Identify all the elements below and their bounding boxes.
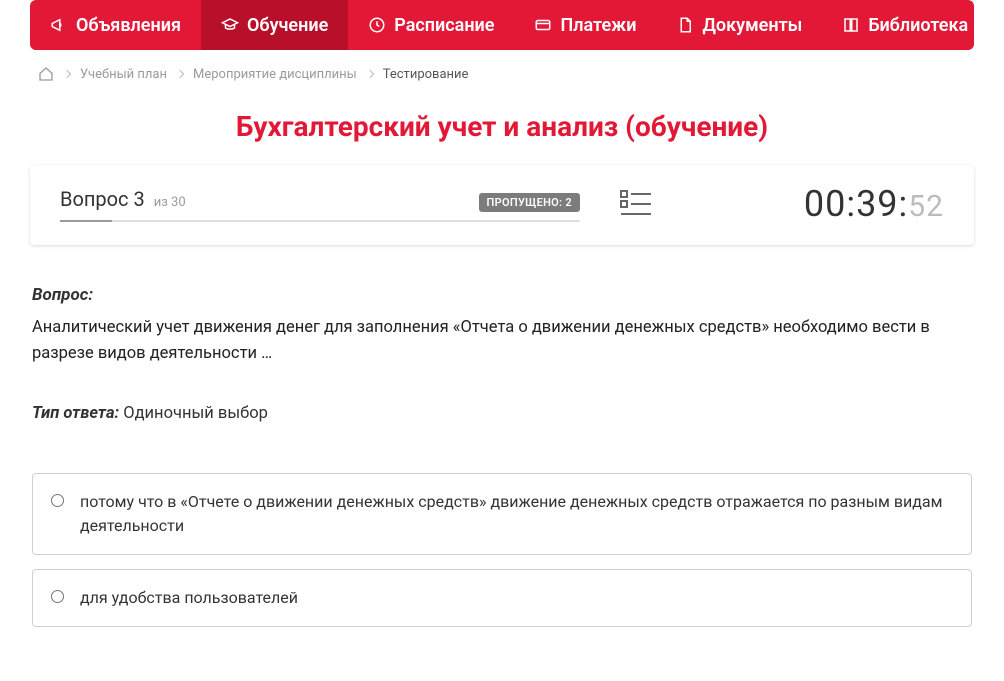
megaphone-icon (50, 16, 68, 34)
answer-radio[interactable] (51, 494, 64, 507)
book-icon (842, 16, 860, 34)
nav-label: Обучение (247, 15, 328, 36)
answers-list: потому что в «Отчете о движении денежных… (32, 473, 972, 627)
question-counter: Вопрос 3 из 30 (60, 187, 186, 211)
page-title: Бухгалтерский учет и анализ (обучение) (30, 110, 974, 143)
question-number: 3 (133, 187, 144, 211)
breadcrumb-testing: Тестирование (383, 67, 469, 82)
nav-label: Платежи (560, 15, 636, 36)
answer-type-row: Тип ответа: Одиночный выбор (32, 404, 972, 423)
top-nav: Объявления Обучение Расписание Платежи (30, 0, 974, 50)
nav-item-announcements[interactable]: Объявления (30, 0, 201, 50)
answer-option[interactable]: для удобства пользователей (32, 569, 972, 627)
timer: 00:39:52 (692, 183, 944, 225)
skipped-count: 2 (565, 196, 572, 209)
question-block: Вопрос: Аналитический учет движения дене… (30, 245, 974, 627)
chevron-down-icon (978, 19, 990, 31)
breadcrumb: Учебный план Мероприятие дисциплины Тест… (30, 50, 974, 82)
of-word: из (154, 195, 168, 210)
nav-item-learning[interactable]: Обучение (201, 0, 348, 50)
question-text: Аналитический учет движения денег для за… (32, 315, 972, 366)
breadcrumb-discipline-event[interactable]: Мероприятие дисциплины (193, 67, 357, 82)
home-icon[interactable] (38, 66, 54, 82)
timer-seconds: 52 (908, 189, 944, 224)
nav-label: Объявления (76, 15, 181, 36)
card-icon (534, 16, 552, 34)
clock-icon (368, 16, 386, 34)
graduation-cap-icon (221, 16, 239, 34)
question-label: Вопрос: (32, 285, 972, 305)
answer-type-value: Одиночный выбор (123, 404, 268, 423)
question-progress: Вопрос 3 из 30 ПРОПУЩЕНО: 2 (60, 187, 580, 222)
nav-label: Расписание (394, 15, 494, 36)
progress-fill (60, 220, 112, 222)
answer-option[interactable]: потому что в «Отчете о движении денежных… (32, 473, 972, 555)
chevron-right-icon (63, 70, 71, 78)
nav-label: Библиотека (868, 15, 968, 36)
chevron-right-icon (365, 70, 373, 78)
nav-item-payments[interactable]: Платежи (514, 0, 656, 50)
skipped-badge: ПРОПУЩЕНО: 2 (479, 193, 580, 212)
answer-text: потому что в «Отчете о движении денежных… (80, 490, 953, 538)
nav-label: Документы (702, 15, 802, 36)
chevron-right-icon (176, 70, 184, 78)
answer-text: для удобства пользователей (80, 586, 298, 610)
status-card: Вопрос 3 из 30 ПРОПУЩЕНО: 2 (30, 165, 974, 245)
nav-item-documents[interactable]: Документы (656, 0, 822, 50)
nav-item-schedule[interactable]: Расписание (348, 0, 514, 50)
answer-type-label: Тип ответа: (32, 404, 119, 423)
question-list-icon[interactable] (620, 189, 652, 219)
skipped-label: ПРОПУЩЕНО: (487, 196, 563, 209)
document-icon (676, 16, 694, 34)
breadcrumb-study-plan[interactable]: Учебный план (80, 67, 167, 82)
progress-bar (60, 220, 580, 222)
question-word: Вопрос (60, 187, 129, 211)
nav-item-library[interactable]: Библиотека (822, 0, 1004, 50)
answer-radio[interactable] (51, 590, 64, 603)
question-total: 30 (171, 195, 186, 210)
timer-main: 00:39: (804, 183, 908, 225)
